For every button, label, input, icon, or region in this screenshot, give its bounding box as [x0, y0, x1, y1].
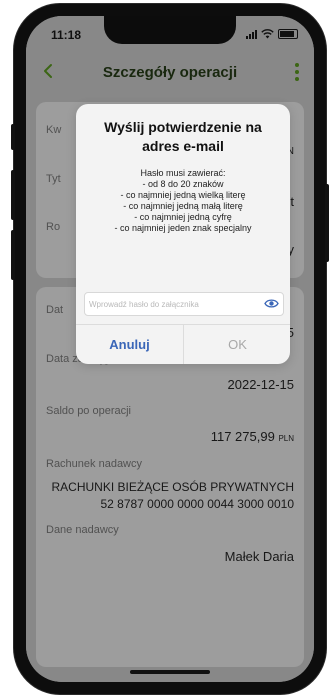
home-indicator[interactable] — [130, 670, 210, 674]
cancel-button[interactable]: Anuluj — [76, 325, 183, 364]
password-rule: - co najmniej jedną wielką literę — [120, 190, 246, 200]
password-field — [84, 292, 284, 316]
password-input[interactable] — [89, 293, 254, 315]
password-rules: Hasło musi zawierać: - od 8 do 20 znaków… — [84, 168, 282, 234]
email-confirmation-dialog: Wyślij potwierdzenie na adres e-mail Has… — [76, 104, 290, 364]
password-rule: - co najmniej jedną cyfrę — [134, 212, 232, 222]
side-button-mute — [11, 124, 15, 150]
password-rule: - co najmniej jedną małą literę — [123, 201, 243, 211]
dialog-title: Wyślij potwierdzenie na adres e-mail — [104, 119, 262, 154]
eye-icon[interactable] — [264, 297, 279, 310]
password-rules-heading: Hasło musi zawierać: — [140, 168, 226, 178]
ok-button[interactable]: OK — [184, 325, 290, 364]
password-rule: - od 8 do 20 znaków — [142, 179, 224, 189]
side-button-volume-down — [11, 230, 15, 280]
side-button-volume-up — [11, 170, 15, 220]
password-rule: - co najmniej jeden znak specjalny — [114, 223, 252, 233]
phone-screen: 11:18 Szczegóły operacji Kw PLN Tyt es — [26, 16, 314, 682]
side-button-power — [325, 184, 329, 262]
